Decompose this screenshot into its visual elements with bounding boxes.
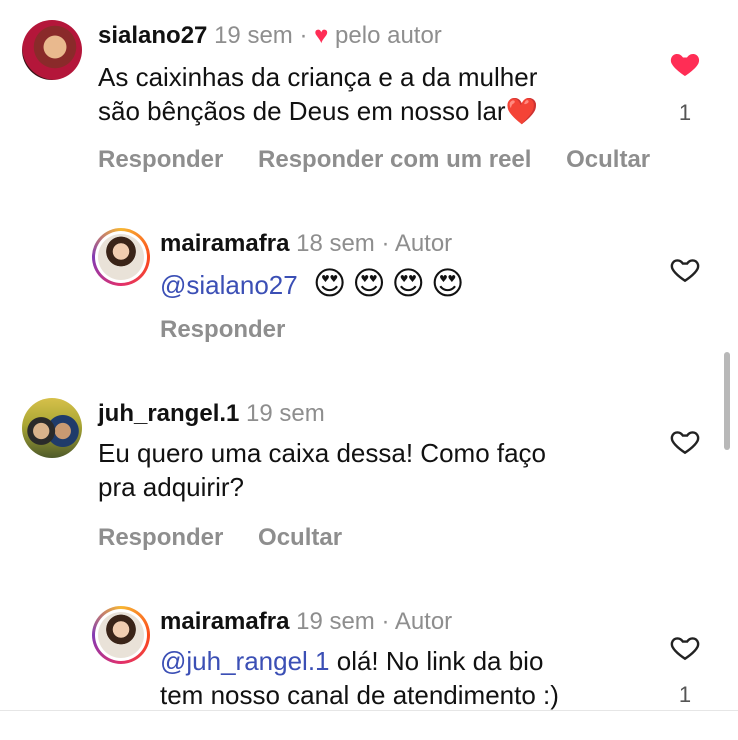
comment-text: @sialano27 😍 😍 😍 😍 [160,266,470,302]
hide-button[interactable]: Ocultar [258,524,342,551]
timestamp: 19 sem [246,400,325,427]
username-link[interactable]: mairamafra [160,608,289,635]
comment-text-line: As caixinhas da criança e a da mulher [98,62,538,92]
comment-text-line: @juh_rangel.1 olá! No link da bio [160,644,559,678]
comment-header: mairamafra 19 sem · Autor [160,608,452,636]
like-count: 1 [678,100,692,125]
comment-header: mairamafra 18 sem · Autor [160,230,452,258]
author-badge: Autor [394,230,453,257]
separator: · [381,608,390,635]
avatar-mairamafra[interactable] [92,228,150,286]
reply-mairamafra-1: mairamafra 18 sem · Autor @sialano27 😍 😍 😍… [0,220,738,360]
comment-juh-rangel: juh_rangel.1 19 sem Eu quero uma caixa d… [0,390,738,570]
mention-link[interactable]: @juh_rangel.1 [160,646,330,676]
comment-sialano27: sialano27 19 sem · ♥ pelo autor As caixi… [0,0,738,190]
heart-icon[interactable] [668,48,702,80]
comment-actions: Responder Ocultar [98,524,370,552]
comment-actions: Responder [160,316,313,344]
heart-outline-icon[interactable] [668,426,702,458]
comment-text-line: Eu quero uma caixa dessa! Como faço [98,438,547,468]
avatar-photo [98,612,144,658]
heart-eyes-emoji: 😍 [431,265,465,301]
heart-outline-icon[interactable] [668,632,702,664]
reply-button[interactable]: Responder [160,316,285,343]
avatar-photo [98,234,144,280]
reply-mairamafra-2: mairamafra 19 sem · Autor @juh_rangel.1 … [0,598,738,710]
username-link[interactable]: juh_rangel.1 [98,400,239,427]
comment-text: @juh_rangel.1 olá! No link da bio tem no… [160,644,559,712]
comment-text: As caixinhas da criança e a da mulher sã… [98,60,538,128]
comment-text-line: são bênçãos de Deus em nosso lar❤️ [98,94,538,128]
liked-by-author-label: pelo autor [335,22,442,49]
like-count: 1 [678,682,692,707]
comment-text-line: tem nosso canal de atendimento :) [160,680,559,710]
comment-text-segment: são bênçãos de Deus em nosso lar [98,96,506,126]
separator: · [299,22,308,49]
comment-text-segment: olá! No link da bio [329,646,544,676]
red-heart-emoji: ❤️ [505,96,538,126]
username-link[interactable]: mairamafra [160,230,289,257]
timestamp: 19 sem [296,608,375,635]
heart-eyes-emoji: 😍 [391,265,426,301]
author-badge: Autor [394,608,453,635]
separator: · [381,230,390,257]
mention-link[interactable]: @sialano27 [160,270,298,300]
timestamp: 18 sem [296,230,375,257]
divider [0,710,738,711]
comment-text: Eu quero uma caixa dessa! Como faço pra … [98,436,546,504]
reply-button[interactable]: Responder [98,146,223,173]
avatar-inner [95,609,147,661]
avatar-juh-rangel[interactable] [22,398,82,458]
heart-icon: ♥ [314,22,329,49]
heart-eyes-emoji: 😍 [312,265,347,301]
comment-header: juh_rangel.1 19 sem [98,400,325,428]
username-link[interactable]: sialano27 [98,22,207,49]
comment-header: sialano27 19 sem · ♥ pelo autor [98,22,442,50]
reply-with-reel-button[interactable]: Responder com um reel [258,146,531,173]
avatar-sialano27[interactable] [22,20,82,80]
scrollbar[interactable] [724,352,730,450]
hide-button[interactable]: Ocultar [566,146,650,173]
avatar-inner [95,231,147,283]
avatar-mairamafra[interactable] [92,606,150,664]
comment-text-line: pra adquirir? [98,472,244,502]
heart-outline-icon[interactable] [668,254,702,286]
timestamp: 19 sem [214,22,293,49]
comment-actions: Responder Responder com um reel Ocultar [98,146,678,174]
reply-button[interactable]: Responder [98,524,223,551]
heart-eyes-emoji: 😍 [352,265,386,301]
